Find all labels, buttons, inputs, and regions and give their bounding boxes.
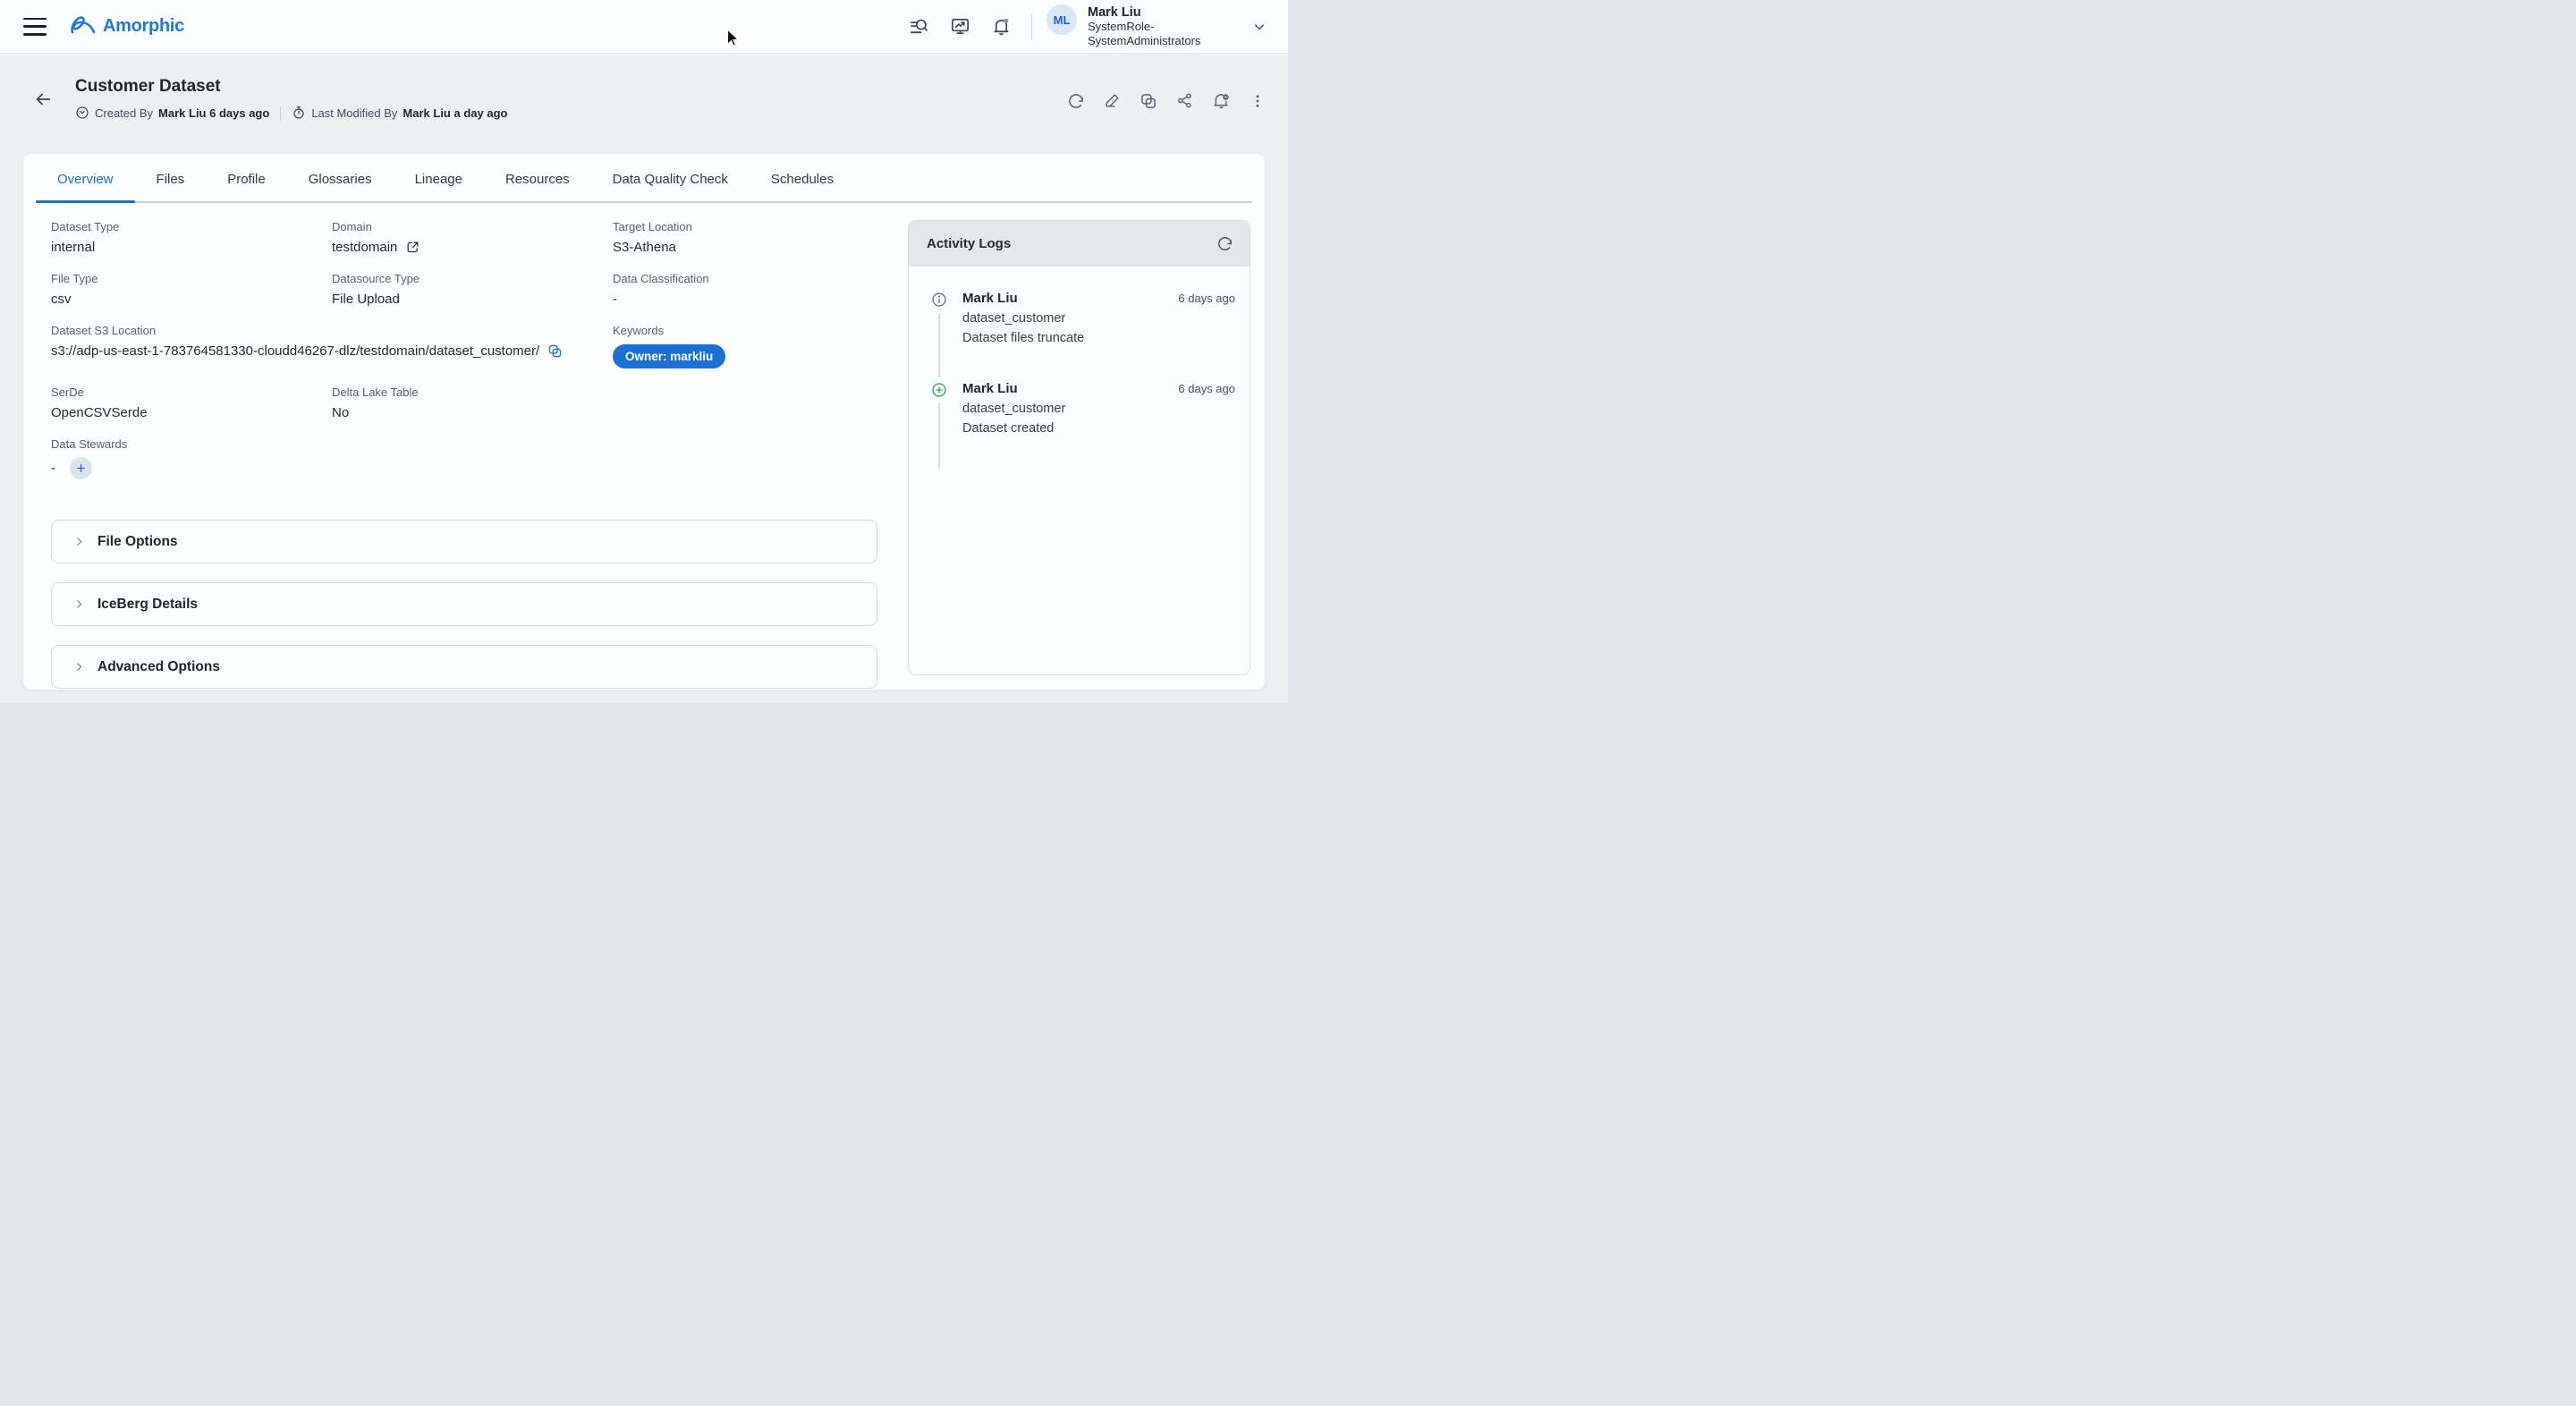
edit-pencil-icon[interactable] xyxy=(1104,92,1121,109)
meta-divider xyxy=(280,106,282,120)
tab-overview[interactable]: Overview xyxy=(36,154,135,203)
user-menu[interactable]: ML Mark Liu SystemRole- SystemAdministra… xyxy=(1046,4,1215,48)
field-serde: SerDe OpenCSVSerde xyxy=(51,385,148,420)
dataset-overview-fields: Dataset Type internal Domain testdomain xyxy=(51,220,878,496)
top-navigation-bar: Amorphic ML Mark Liu SystemRole- SystemA… xyxy=(0,0,1288,54)
tab-schedules[interactable]: Schedules xyxy=(750,154,855,201)
notification-badge-dot xyxy=(1004,18,1009,23)
copy-s3-location-icon[interactable] xyxy=(547,343,563,359)
field-domain: Domain testdomain xyxy=(332,220,613,255)
clone-copy-icon[interactable] xyxy=(1140,92,1157,110)
notifications-bell-icon[interactable] xyxy=(991,16,1012,37)
tab-profile[interactable]: Profile xyxy=(206,154,287,201)
log-object: dataset_customer xyxy=(962,311,1066,326)
topbar-divider xyxy=(1031,13,1032,40)
amorphic-logo[interactable]: Amorphic xyxy=(70,15,184,38)
domain-external-link-icon[interactable] xyxy=(405,240,420,255)
field-file-type: File Type csv xyxy=(51,272,98,307)
chevron-right-icon xyxy=(73,661,85,673)
user-menu-chevron-down-icon[interactable] xyxy=(1250,18,1268,36)
field-datasource-type: Datasource Type File Upload xyxy=(332,272,420,307)
user-role-line1: SystemRole- xyxy=(1088,20,1155,33)
log-time: 6 days ago xyxy=(1178,292,1235,305)
keyword-owner-badge[interactable]: Owner: markliu xyxy=(613,344,726,368)
log-action: Dataset created xyxy=(962,421,1055,436)
notification-settings-icon[interactable] xyxy=(1212,91,1231,110)
field-delta-lake-table: Delta Lake Table No xyxy=(332,385,419,420)
stopwatch-icon xyxy=(292,106,306,120)
tab-files[interactable]: Files xyxy=(135,154,207,201)
log-action: Dataset files truncate xyxy=(962,331,1085,345)
dataset-detail-card: Overview Files Profile Glossaries Lineag… xyxy=(22,153,1266,690)
share-icon[interactable] xyxy=(1176,92,1193,109)
reload-icon[interactable] xyxy=(1067,92,1085,110)
info-circle-icon xyxy=(931,292,947,308)
page-header: Customer Dataset Created By Mark Liu 6 d… xyxy=(0,54,1288,120)
chevron-right-icon xyxy=(73,536,85,547)
s3-location-value: s3://adp-us-east-1-783764581330-cloudd46… xyxy=(51,343,540,359)
domain-value: testdomain xyxy=(332,240,398,255)
field-dataset-type: Dataset Type internal xyxy=(51,220,120,255)
tab-resources[interactable]: Resources xyxy=(484,154,591,201)
field-keywords: Keywords Owner: markliu xyxy=(613,324,878,368)
section-file-options[interactable]: File Options xyxy=(51,520,877,563)
section-advanced-options[interactable]: Advanced Options xyxy=(51,645,877,689)
amorphic-logo-icon xyxy=(70,15,97,38)
chevron-right-icon xyxy=(73,598,85,610)
field-s3-location: Dataset S3 Location s3://adp-us-east-1-7… xyxy=(51,324,613,368)
user-name: Mark Liu xyxy=(1088,5,1141,20)
section-iceberg-details[interactable]: IceBerg Details xyxy=(51,582,877,626)
activity-logs-header: Activity Logs xyxy=(909,221,1250,267)
activity-logs-panel: Activity Logs Mark Liu 6 days ago datase… xyxy=(908,220,1250,675)
app-screen: Amorphic ML Mark Liu SystemRole- SystemA… xyxy=(0,0,1288,703)
hamburger-menu-icon[interactable] xyxy=(23,17,47,36)
page-title: Customer Dataset xyxy=(75,77,221,96)
more-options-kebab-icon[interactable] xyxy=(1250,93,1266,109)
tab-data-quality-check[interactable]: Data Quality Check xyxy=(591,154,750,201)
log-user: Mark Liu xyxy=(962,291,1018,306)
collapsible-sections: File Options IceBerg Details Advanced Op… xyxy=(51,520,878,689)
activity-logs-title: Activity Logs xyxy=(927,236,1012,251)
last-modified-meta: Last Modified By Mark Liu a day ago xyxy=(292,106,507,120)
tab-bar: Overview Files Profile Glossaries Lineag… xyxy=(36,154,1252,203)
log-user: Mark Liu xyxy=(962,381,1018,396)
log-time: 6 days ago xyxy=(1178,382,1235,395)
plus-circle-icon xyxy=(931,382,947,398)
dataset-action-toolbar xyxy=(1067,91,1266,110)
activity-log-entry: Mark Liu 6 days ago dataset_customer Dat… xyxy=(931,381,1235,471)
user-role-line2: SystemAdministrators xyxy=(1088,34,1201,47)
data-stewards-value: - xyxy=(51,461,55,476)
activity-refresh-icon[interactable] xyxy=(1216,235,1233,252)
created-by-meta: Created By Mark Liu 6 days ago xyxy=(75,106,269,120)
avatar[interactable]: ML xyxy=(1046,4,1077,35)
field-data-stewards: Data Stewards - xyxy=(51,437,332,479)
back-arrow-icon[interactable] xyxy=(33,89,53,109)
tab-glossaries[interactable]: Glossaries xyxy=(287,154,394,201)
amorphic-logo-text: Amorphic xyxy=(103,16,184,36)
field-target-location: Target Location S3-Athena xyxy=(613,220,692,255)
activity-log-entry: Mark Liu 6 days ago dataset_customer Dat… xyxy=(931,291,1235,381)
global-search-icon[interactable] xyxy=(909,16,929,37)
add-data-steward-button[interactable] xyxy=(70,457,92,479)
tab-lineage[interactable]: Lineage xyxy=(394,154,484,201)
field-data-classification: Data Classification - xyxy=(613,272,709,307)
clock-icon xyxy=(75,106,89,120)
log-object: dataset_customer xyxy=(962,402,1066,416)
monitoring-dashboard-icon[interactable] xyxy=(950,16,970,37)
